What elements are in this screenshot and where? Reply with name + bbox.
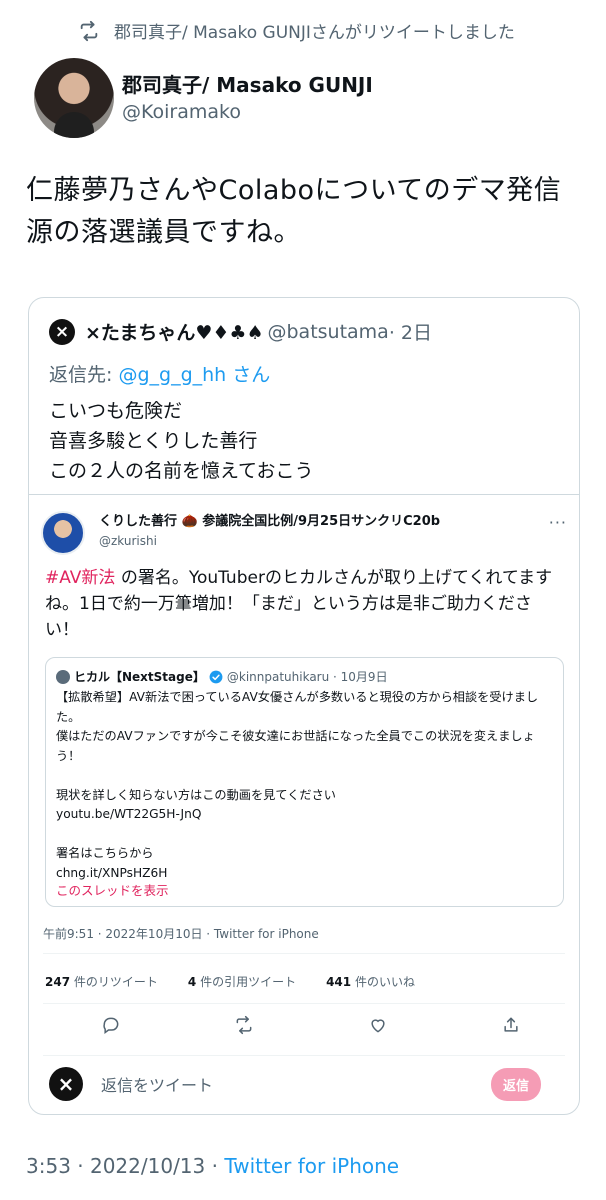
- retweet-count: 247 件のリツイート: [45, 975, 158, 989]
- attached-screenshot[interactable]: くりした善行 🌰 参議院全国比例/9月25日サンクリC20b @zkurishi…: [29, 494, 579, 1114]
- reply-icon: [103, 1017, 119, 1034]
- avatar[interactable]: [34, 58, 114, 138]
- timestamp-text: 3:53 · 2022/10/13 ·: [26, 1154, 225, 1178]
- tweet-timestamp: 3:53 · 2022/10/13 · Twitter for iPhone: [26, 1154, 399, 1178]
- quoted-author-avatar[interactable]: ×: [49, 318, 75, 345]
- inner-author-handle: @kinnpatuhikaru · 10月9日: [226, 670, 388, 684]
- quoted-tweet-header: × ×たまちゃん♥♦♣♠ @batsutama · 2日: [49, 318, 432, 345]
- divider: [43, 1003, 565, 1004]
- more-icon: ···: [548, 513, 567, 532]
- quote-count: 4 件の引用ツイート: [187, 975, 297, 989]
- screenshot-author-name: くりした善行 🌰 参議院全国比例/9月25日サンクリC20b: [99, 514, 441, 529]
- action-bar: [101, 1015, 521, 1035]
- screenshot-tweet-body: の署名。YouTuberのヒカルさんが取り上げてくれてますね。1日で約一万筆増加…: [45, 568, 553, 640]
- reply-avatar: ×: [49, 1067, 83, 1101]
- author-handle[interactable]: @Koiramako: [122, 99, 373, 125]
- quoted-tweet-text: こいつも危険だ 音喜多駿とくりした善行 この２人の名前を憶えておこう: [49, 400, 314, 482]
- share-icon: [504, 1017, 518, 1032]
- quoted-tweet-card[interactable]: × ×たまちゃん♥♦♣♠ @batsutama · 2日 返信先: @g_g_g…: [28, 297, 580, 1115]
- reply-to-prefix: 返信先:: [49, 364, 119, 386]
- divider: [43, 953, 565, 954]
- screenshot-tweet-text: #AV新法 の署名。YouTuberのヒカルさんが取り上げてくれてますね。1日で…: [45, 565, 565, 643]
- tweet-author[interactable]: 郡司真子/ Masako GUNJI @Koiramako: [34, 58, 373, 138]
- inner-quoted-tweet: ヒカル【NextStage】 @kinnpatuhikaru · 10月9日 【…: [45, 657, 564, 907]
- inner-quoted-header: ヒカル【NextStage】 @kinnpatuhikaru · 10月9日: [56, 668, 388, 685]
- source-link[interactable]: Twitter for iPhone: [224, 1154, 399, 1178]
- reply-composer: × 返信をツイート 返信: [49, 1067, 542, 1101]
- reply-button: 返信: [491, 1067, 542, 1101]
- retweet-icon: [236, 1015, 252, 1035]
- show-thread-link: このスレッドを表示: [56, 883, 169, 898]
- retweet-banner: 郡司真子/ Masako GUNJIさんがリツイートしました: [78, 18, 515, 43]
- like-count: 441 件のいいね: [326, 975, 415, 989]
- reply-to-line: 返信先: @g_g_g_hh さん: [49, 360, 270, 387]
- verified-badge-icon: [209, 670, 223, 684]
- inner-author-avatar: [56, 669, 70, 684]
- hashtag: #AV新法: [45, 568, 116, 588]
- quoted-author-name[interactable]: ×たまちゃん♥♦♣♠: [85, 318, 263, 345]
- screenshot-author-handle: @zkurishi: [99, 534, 157, 548]
- divider: [43, 1055, 565, 1056]
- reply-input: 返信をツイート: [101, 1076, 214, 1095]
- screenshot-timestamp: 午前9:51 · 2022年10月10日 · Twitter for iPhon…: [43, 927, 319, 941]
- inner-author-name: ヒカル【NextStage】: [74, 670, 205, 684]
- screenshot-header: くりした善行 🌰 参議院全国比例/9月25日サンクリC20b @zkurishi: [41, 511, 440, 555]
- retweet-banner-text: 郡司真子/ Masako GUNJIさんがリツイートしました: [114, 23, 515, 43]
- like-icon: [371, 1019, 385, 1033]
- tweet-text: 仁藤夢乃さんやColaboについてのデマ発信源の落選議員ですね。: [26, 175, 562, 248]
- inner-tweet-text: 【拡散希望】AV新法で困っているAV女優さんが多数いると現役の方から相談を受けま…: [56, 690, 539, 880]
- author-name[interactable]: 郡司真子/ Masako GUNJI: [122, 71, 373, 99]
- quoted-time: · 2日: [388, 322, 432, 344]
- quoted-author-handle[interactable]: @batsutama: [267, 321, 388, 343]
- screenshot-avatar: [41, 511, 85, 555]
- reply-to-mention[interactable]: @g_g_g_hh: [118, 364, 226, 386]
- reply-to-suffix: さん: [226, 364, 271, 386]
- retweet-icon: [80, 20, 98, 41]
- engagement-stats: 247 件のリツイート 4 件の引用ツイート 441 件のいいね: [45, 973, 415, 990]
